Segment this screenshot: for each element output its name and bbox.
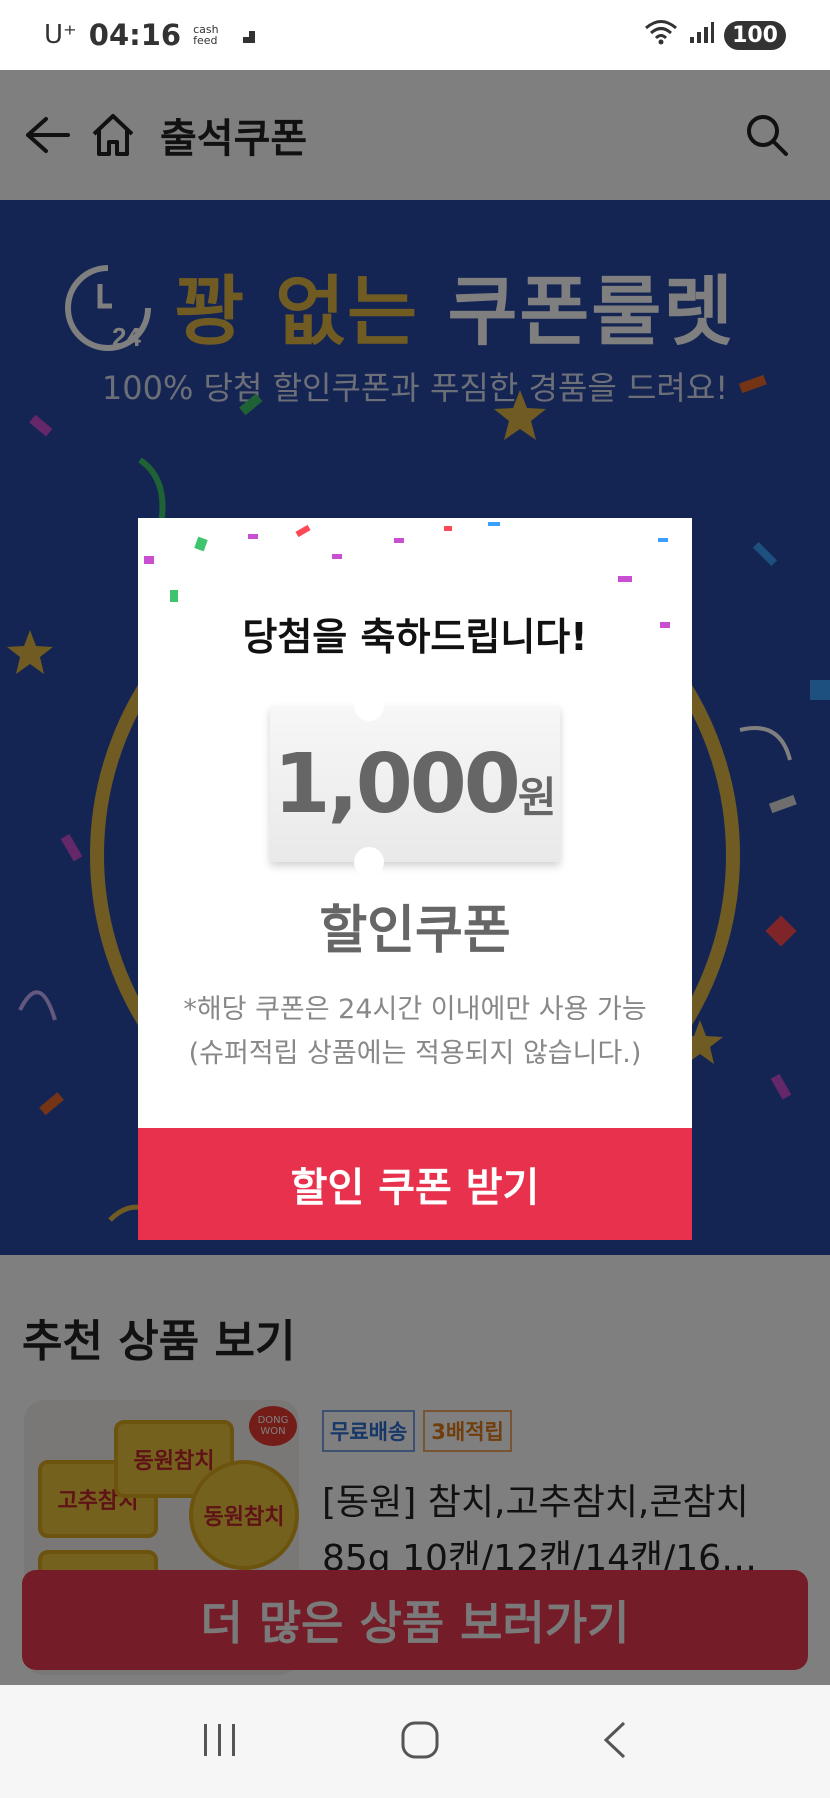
coupon-ticket: 1,000 원 <box>270 691 560 877</box>
recent-apps-icon <box>204 1723 235 1756</box>
wifi-icon <box>644 19 678 52</box>
coupon-note: *해당 쿠폰은 24시간 이내에만 사용 가능 (슈퍼적립 상품에는 적용되지 … <box>138 988 692 1076</box>
battery-indicator: 100 <box>724 20 786 50</box>
coupon-note-line1: *해당 쿠폰은 24시간 이내에만 사용 가능 <box>183 994 647 1025</box>
get-coupon-button[interactable]: 할인 쿠폰 받기 <box>138 1128 692 1240</box>
status-time: 04:16 <box>88 18 182 52</box>
cashfeed-icon: cash feed <box>193 24 227 46</box>
home-nav-button[interactable] <box>400 1720 440 1764</box>
coupon-notch <box>354 847 384 877</box>
coupon-unit: 원 <box>517 772 557 822</box>
coupon-notch <box>354 691 384 721</box>
coupon-label: 할인쿠폰 <box>319 901 511 961</box>
coupon-note-line2: (슈퍼적립 상품에는 적용되지 않습니다.) <box>188 1038 642 1069</box>
chevron-left-icon <box>603 1721 626 1758</box>
cashfeed-text-2: feed <box>193 34 218 47</box>
stairs-icon <box>235 19 257 52</box>
system-nav-bar <box>0 1685 830 1798</box>
signal-icon <box>688 19 715 52</box>
back-nav-button[interactable] <box>600 1720 630 1764</box>
coupon-amount: 1,000 <box>273 736 520 832</box>
modal-title: 당첨을 축하드립니다! <box>242 615 588 659</box>
win-coupon-modal: 당첨을 축하드립니다! 1,000 원 할인쿠폰 *해당 쿠폰은 24시간 이내… <box>138 518 692 1240</box>
status-bar: U⁺ 04:16 cash feed 100 <box>0 0 830 70</box>
carrier-label: U⁺ <box>44 20 77 50</box>
home-circle-icon <box>401 1721 439 1758</box>
recent-apps-button[interactable] <box>200 1722 240 1762</box>
